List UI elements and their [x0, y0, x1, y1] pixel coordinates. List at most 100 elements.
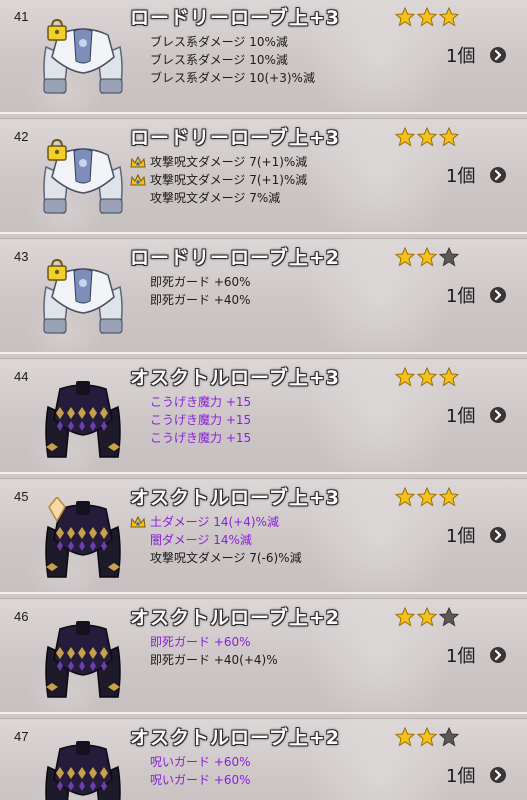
item-row[interactable]: 43 ロードリーローブ上+2 即死ガード +60% 即死ガード +40% 1個	[0, 238, 527, 354]
dark-robe-icon[interactable]	[38, 495, 128, 583]
effect-text: ブレス系ダメージ 10%減	[150, 53, 288, 67]
star-filled-icon	[417, 247, 437, 267]
item-number: 43	[14, 249, 29, 264]
effect-text: 攻撃呪文ダメージ 7(+1)%減	[150, 173, 308, 187]
crown-icon	[130, 173, 146, 186]
chevron-right-icon[interactable]	[490, 767, 506, 783]
lock-icon	[48, 140, 66, 160]
gem-icon	[49, 497, 65, 521]
star-filled-icon	[395, 727, 415, 747]
effect-text: 呪いガード +60%	[150, 755, 251, 769]
effect-line: ブレス系ダメージ 10%減	[150, 51, 315, 69]
dark-robe-icon[interactable]	[38, 377, 128, 463]
effect-line: こうげき魔力 +15	[150, 393, 251, 411]
star-rating	[395, 607, 459, 627]
star-filled-icon	[417, 487, 437, 507]
effect-list: 呪いガード +60% 呪いガード +60%	[150, 753, 251, 789]
effect-line: ブレス系ダメージ 10%減	[150, 33, 315, 51]
item-row[interactable]: 42 ロードリーローブ上+3 攻撃呪文ダメージ 7(+1)%減 攻撃呪文ダメージ 7(…	[0, 118, 527, 234]
star-filled-icon	[439, 487, 459, 507]
item-count: 1個	[446, 166, 476, 187]
effect-line: 攻撃呪文ダメージ 7%減	[150, 189, 307, 207]
star-filled-icon	[417, 367, 437, 387]
item-row[interactable]: 45 オスクトルローブ上+3 土ダメージ 14(+4)%減 闇ダメージ 14%減 攻撃呪…	[0, 478, 527, 594]
effect-text: 即死ガード +40%	[150, 293, 251, 307]
star-filled-icon	[439, 367, 459, 387]
item-count: 1個	[446, 46, 476, 67]
white-robe-icon[interactable]	[38, 17, 128, 103]
effect-text: 即死ガード +60%	[150, 275, 251, 289]
star-rating	[395, 367, 459, 387]
chevron-right-icon[interactable]	[490, 167, 506, 183]
star-empty-icon	[439, 607, 459, 627]
item-name: オスクトルローブ上+2	[130, 727, 341, 749]
effect-line: 攻撃呪文ダメージ 7(+1)%減	[130, 171, 308, 189]
effect-list: 攻撃呪文ダメージ 7(+1)%減 攻撃呪文ダメージ 7(+1)%減 攻撃呪文ダメージ…	[130, 153, 308, 207]
star-empty-icon	[439, 247, 459, 267]
star-rating	[395, 247, 459, 267]
star-rating	[395, 727, 459, 747]
chevron-right-icon[interactable]	[490, 287, 506, 303]
star-filled-icon	[417, 7, 437, 27]
star-filled-icon	[417, 127, 437, 147]
star-rating	[395, 7, 459, 27]
item-row[interactable]: 41 ロードリーローブ上+3 ブレス系ダメージ 10%減 ブレス系ダメージ 10%減ブ…	[0, 0, 527, 114]
white-robe-icon[interactable]	[38, 137, 128, 223]
lock-icon	[48, 260, 66, 280]
effect-line: ブレス系ダメージ 10(+3)%減	[150, 69, 315, 87]
crown-icon	[130, 155, 146, 168]
effect-text: 土ダメージ 14(+4)%減	[150, 515, 279, 529]
effect-text: 攻撃呪文ダメージ 7%減	[150, 191, 281, 205]
white-robe-icon[interactable]	[38, 257, 128, 343]
lock-icon	[48, 20, 66, 40]
star-rating	[395, 127, 459, 147]
item-count: 1個	[446, 646, 476, 667]
star-filled-icon	[417, 727, 437, 747]
item-row[interactable]: 47 オスクトルローブ上+2 呪いガード +60% 呪いガード +60% 1個	[0, 718, 527, 800]
star-filled-icon	[395, 7, 415, 27]
item-row[interactable]: 44 オスクトルローブ上+3 こうげき魔力 +15 こうげき魔力 +15 こうげき魔力 …	[0, 358, 527, 474]
effect-list: こうげき魔力 +15 こうげき魔力 +15 こうげき魔力 +15	[150, 393, 251, 447]
star-filled-icon	[395, 367, 415, 387]
item-list: 41 ロードリーローブ上+3 ブレス系ダメージ 10%減 ブレス系ダメージ 10%減ブ…	[0, 0, 527, 800]
star-filled-icon	[395, 607, 415, 627]
item-name: ロードリーローブ上+3	[130, 127, 341, 149]
effect-line: 攻撃呪文ダメージ 7(+1)%減	[130, 153, 307, 171]
item-count: 1個	[446, 526, 476, 547]
effect-line: 闇ダメージ 14%減	[150, 531, 302, 549]
effect-line: 即死ガード +40(+4)%	[150, 651, 278, 669]
star-filled-icon	[417, 607, 437, 627]
item-number: 41	[14, 9, 29, 24]
effect-text: 即死ガード +60%	[150, 635, 251, 649]
chevron-right-icon[interactable]	[490, 527, 506, 543]
item-row[interactable]: 46 オスクトルローブ上+2 即死ガード +60% 即死ガード +40(+4)% 1個	[0, 598, 527, 714]
item-number: 45	[14, 489, 29, 504]
effect-list: 即死ガード +60% 即死ガード +40%	[150, 273, 251, 309]
item-count: 1個	[446, 286, 476, 307]
crown-icon	[130, 515, 146, 528]
effect-list: 即死ガード +60% 即死ガード +40(+4)%	[150, 633, 278, 669]
effect-text: 即死ガード +40(+4)%	[150, 653, 278, 667]
item-number: 46	[14, 609, 29, 624]
item-count: 1個	[446, 766, 476, 787]
item-number: 42	[14, 129, 29, 144]
effect-line: 即死ガード +60%	[150, 633, 278, 651]
effect-line: 呪いガード +60%	[150, 753, 251, 771]
chevron-right-icon[interactable]	[490, 407, 506, 423]
star-rating	[395, 487, 459, 507]
dark-robe-icon[interactable]	[38, 737, 128, 800]
chevron-right-icon[interactable]	[490, 47, 506, 63]
dark-robe-icon[interactable]	[38, 617, 128, 703]
effect-text: ブレス系ダメージ 10%減	[150, 35, 288, 49]
effect-list: ブレス系ダメージ 10%減 ブレス系ダメージ 10%減ブレス系ダメージ 10(+3…	[150, 33, 315, 87]
star-filled-icon	[439, 7, 459, 27]
item-name: オスクトルローブ上+3	[130, 367, 341, 389]
effect-text: こうげき魔力 +15	[150, 431, 252, 445]
effect-text: こうげき魔力 +15	[150, 413, 252, 427]
item-name: ロードリーローブ上+3	[130, 7, 341, 29]
item-number: 44	[14, 369, 29, 384]
chevron-right-icon[interactable]	[490, 647, 506, 663]
star-filled-icon	[395, 487, 415, 507]
effect-line: こうげき魔力 +15	[150, 429, 251, 447]
effect-line: 土ダメージ 14(+4)%減	[130, 513, 302, 531]
